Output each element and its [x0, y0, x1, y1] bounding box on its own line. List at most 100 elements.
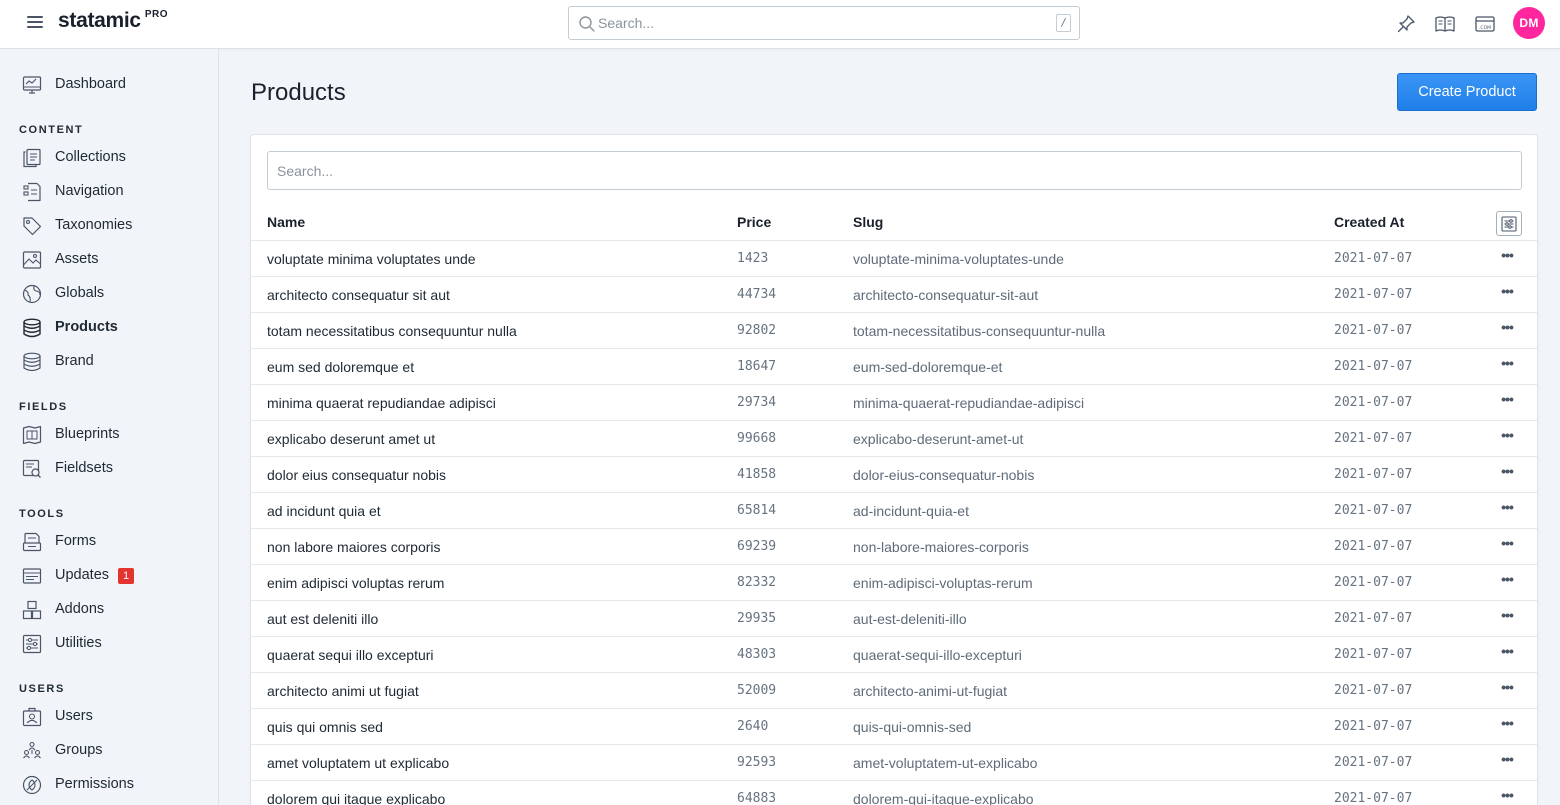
more-actions-icon[interactable]: ••• [1498, 284, 1516, 304]
sidebar-item-brand[interactable]: Brand [22, 350, 212, 374]
sidebar-item-globals[interactable]: Globals [22, 282, 212, 306]
sidebar-item-label: Groups [55, 742, 103, 758]
column-header-created-at[interactable]: Created At [1334, 214, 1404, 230]
more-actions-icon[interactable]: ••• [1498, 536, 1516, 556]
user-avatar[interactable]: DM [1513, 7, 1545, 39]
row-name[interactable]: architecto animi ut fugiat [267, 683, 419, 699]
table-row: aut est deleniti illo 29935 aut-est-dele… [251, 600, 1537, 636]
more-actions-icon[interactable]: ••• [1498, 752, 1516, 772]
sidebar-item-permissions[interactable]: Permissions [22, 773, 212, 797]
row-name[interactable]: dolorem qui itaque explicabo [267, 791, 445, 805]
permissions-icon [22, 775, 42, 795]
sliders-icon [1501, 216, 1517, 232]
more-actions-icon[interactable]: ••• [1498, 320, 1516, 340]
row-created-at: 2021-07-07 [1334, 287, 1413, 302]
sidebar-item-updates[interactable]: Updates 1 [22, 564, 212, 588]
row-price: 65814 [737, 503, 777, 518]
more-actions-icon[interactable]: ••• [1498, 788, 1516, 805]
sidebar-item-label: Products [55, 319, 118, 335]
row-name[interactable]: explicabo deserunt amet ut [267, 431, 435, 447]
row-name[interactable]: totam necessitatibus consequuntur nulla [267, 323, 517, 339]
more-actions-icon[interactable]: ••• [1498, 356, 1516, 376]
more-actions-icon[interactable]: ••• [1498, 680, 1516, 700]
sidebar-item-collections[interactable]: Collections [22, 146, 212, 170]
row-created-at: 2021-07-07 [1334, 431, 1413, 446]
sidebar-item-navigation[interactable]: Navigation [22, 180, 212, 204]
row-slug: enim-adipisci-voluptas-rerum [853, 575, 1033, 591]
row-price: 99668 [737, 431, 777, 446]
sidebar-item-forms[interactable]: Forms [22, 530, 212, 554]
row-slug: quaerat-sequi-illo-excepturi [853, 647, 1022, 663]
sidebar-item-taxonomies[interactable]: Taxonomies [22, 214, 212, 238]
row-created-at: 2021-07-07 [1334, 575, 1413, 590]
row-name[interactable]: aut est deleniti illo [267, 611, 378, 627]
sidebar-item-label: Fieldsets [55, 460, 114, 476]
row-name[interactable]: voluptate minima voluptates unde [267, 251, 476, 267]
sidebar-item-label: Permissions [55, 776, 134, 792]
row-name[interactable]: amet voluptatem ut explicabo [267, 755, 449, 771]
row-created-at: 2021-07-07 [1334, 503, 1413, 518]
row-created-at: 2021-07-07 [1334, 359, 1413, 374]
sidebar-item-label: Assets [55, 251, 99, 267]
more-actions-icon[interactable]: ••• [1498, 572, 1516, 592]
view-site-icon[interactable]: .COM [1474, 13, 1496, 35]
more-actions-icon[interactable]: ••• [1498, 500, 1516, 520]
sidebar-item-utilities[interactable]: Utilities [22, 632, 212, 656]
sidebar-item-blueprints[interactable]: Blueprints [22, 423, 212, 447]
row-price: 69239 [737, 539, 777, 554]
row-name[interactable]: enim adipisci voluptas rerum [267, 575, 444, 591]
tag-icon [23, 217, 42, 236]
sidebar-item-fieldsets[interactable]: Fieldsets [22, 457, 212, 481]
table-row: architecto animi ut fugiat 52009 archite… [251, 672, 1537, 708]
row-name[interactable]: minima quaerat repudiandae adipisci [267, 395, 496, 411]
sidebar: Dashboard CONTENT Collections Navigation… [0, 49, 219, 805]
more-actions-icon[interactable]: ••• [1498, 464, 1516, 484]
nav-section-fields: FIELDS [19, 401, 68, 413]
sidebar-item-users[interactable]: Users [22, 705, 212, 729]
hamburger-menu-icon[interactable] [27, 16, 43, 30]
sidebar-item-label: Users [55, 708, 93, 724]
sidebar-item-groups[interactable]: Groups [22, 739, 212, 763]
global-search-input[interactable] [598, 7, 1018, 39]
more-actions-icon[interactable]: ••• [1498, 608, 1516, 628]
row-name[interactable]: eum sed doloremque et [267, 359, 414, 375]
listing-search-input[interactable] [267, 151, 1522, 190]
row-name[interactable]: ad incidunt quia et [267, 503, 381, 519]
column-settings-button[interactable] [1496, 211, 1522, 236]
row-name[interactable]: quis qui omnis sed [267, 719, 383, 735]
more-actions-icon[interactable]: ••• [1498, 248, 1516, 268]
more-actions-icon[interactable]: ••• [1498, 428, 1516, 448]
column-header-name[interactable]: Name [267, 214, 305, 230]
row-slug: voluptate-minima-voluptates-unde [853, 251, 1064, 267]
row-slug: non-labore-maiores-corporis [853, 539, 1029, 555]
row-name[interactable]: non labore maiores corporis [267, 539, 441, 555]
brand-logo[interactable]: statamic PRO [58, 9, 168, 33]
row-created-at: 2021-07-07 [1334, 467, 1413, 482]
global-search[interactable]: / [568, 6, 1080, 40]
sidebar-item-dashboard[interactable]: Dashboard [22, 73, 212, 97]
row-name[interactable]: dolor eius consequatur nobis [267, 467, 446, 483]
database-icon [23, 318, 41, 338]
create-product-button[interactable]: Create Product [1397, 73, 1537, 111]
row-name[interactable]: quaerat sequi illo excepturi [267, 647, 434, 663]
table-row: non labore maiores corporis 69239 non-la… [251, 528, 1537, 564]
row-slug: dolor-eius-consequatur-nobis [853, 467, 1035, 483]
docs-book-icon[interactable] [1434, 13, 1456, 35]
row-price: 29935 [737, 611, 777, 626]
row-slug: minima-quaerat-repudiandae-adipisci [853, 395, 1085, 411]
column-header-price[interactable]: Price [737, 214, 771, 230]
more-actions-icon[interactable]: ••• [1498, 644, 1516, 664]
pin-icon[interactable] [1395, 13, 1417, 35]
sidebar-item-assets[interactable]: Assets [22, 248, 212, 272]
sidebar-item-products[interactable]: Products [22, 316, 212, 340]
table-row: quaerat sequi illo excepturi 48303 quaer… [251, 636, 1537, 672]
row-price: 29734 [737, 395, 777, 410]
more-actions-icon[interactable]: ••• [1498, 392, 1516, 412]
row-created-at: 2021-07-07 [1334, 611, 1413, 626]
more-actions-icon[interactable]: ••• [1498, 716, 1516, 736]
sidebar-item-addons[interactable]: Addons [22, 598, 212, 622]
sidebar-item-label: Navigation [55, 183, 124, 199]
row-name[interactable]: architecto consequatur sit aut [267, 287, 450, 303]
table-row: dolorem qui itaque explicabo 64883 dolor… [251, 780, 1537, 805]
column-header-slug[interactable]: Slug [853, 214, 883, 230]
